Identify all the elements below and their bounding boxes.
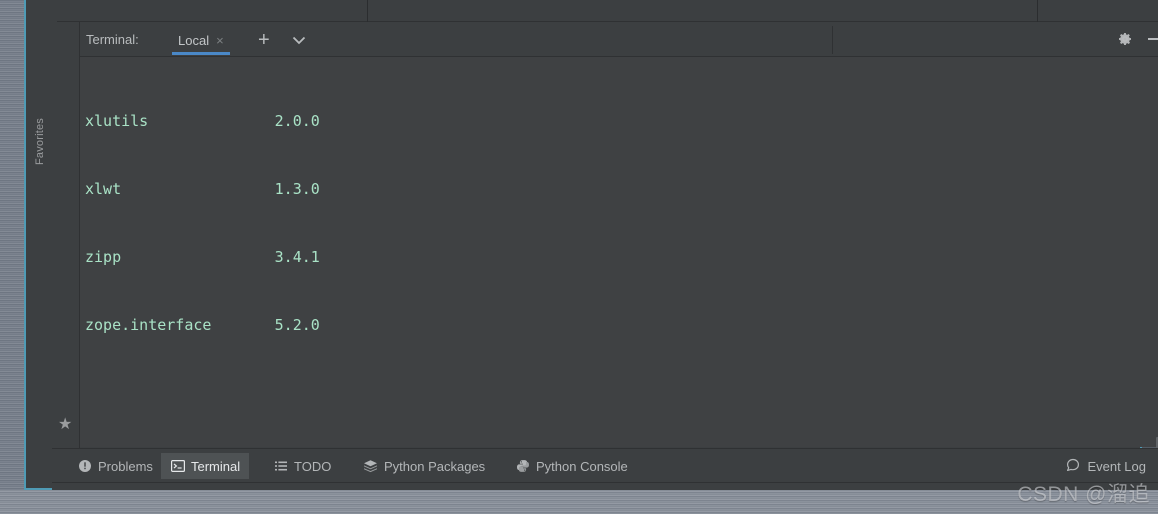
editor-split-divider-2 — [1037, 0, 1038, 22]
tab-todo[interactable]: TODO — [264, 453, 340, 479]
tab-label: Python Console — [536, 458, 628, 474]
list-icon — [273, 459, 288, 474]
tab-python-console[interactable]: Python Console — [506, 453, 637, 479]
close-icon[interactable]: × — [216, 34, 224, 47]
terminal-line: zope.interface 5.2.0 — [85, 315, 320, 334]
tab-label: TODO — [294, 458, 332, 474]
packages-icon — [363, 459, 378, 474]
terminal-session-tab-local[interactable]: Local × — [172, 28, 230, 55]
left-tool-stripe: Favorites ★ — [34, 22, 80, 468]
event-log-button[interactable]: Event Log — [1060, 453, 1152, 479]
tab-terminal[interactable]: Terminal — [161, 453, 250, 479]
tab-label: Python Packages — [384, 458, 486, 474]
terminal-header: Terminal: Local × + — [80, 22, 1158, 57]
tab-problems[interactable]: Problems — [68, 453, 162, 479]
ide-window: Favorites ★ Terminal: Local × + xlutils … — [24, 0, 1158, 512]
python-icon — [515, 459, 530, 474]
tab-python-packages[interactable]: Python Packages — [354, 453, 494, 479]
terminal-line: xlwt 1.3.0 — [85, 179, 320, 198]
header-divider — [832, 26, 833, 54]
warning-circle-icon — [77, 459, 92, 474]
gear-icon[interactable] — [1117, 31, 1133, 47]
terminal-line: xlutils 2.0.0 — [85, 112, 320, 131]
desktop-backdrop-bottom — [0, 490, 1158, 514]
terminal-icon — [170, 459, 185, 474]
minimize-icon[interactable] — [1148, 38, 1158, 40]
screenshot-root: Favorites ★ Terminal: Local × + xlutils … — [0, 0, 1158, 514]
terminal-session-tab-label: Local — [178, 32, 210, 48]
editor-split-divider — [367, 0, 368, 22]
chevron-down-icon[interactable] — [292, 33, 306, 47]
plus-icon[interactable]: + — [258, 30, 270, 50]
editor-area-sliver — [57, 0, 1158, 22]
speech-bubble-icon — [1066, 458, 1080, 475]
event-log-label: Event Log — [1087, 458, 1146, 474]
tab-label: Problems — [98, 458, 153, 474]
terminal-title-label: Terminal: — [86, 32, 139, 47]
tab-label: Terminal — [191, 458, 241, 474]
favorites-star-icon[interactable]: ★ — [58, 417, 72, 433]
desktop-backdrop-left — [0, 0, 24, 514]
terminal-scrollbar[interactable] — [1154, 57, 1158, 475]
terminal-console-output[interactable]: xlutils 2.0.0 xlwt 1.3.0 zipp 3.4.1 zope… — [80, 57, 1158, 447]
tool-window-tab-bar: Problems Terminal TODO Python Packages P… — [52, 448, 1158, 482]
terminal-text-lines: xlutils 2.0.0 xlwt 1.3.0 zipp 3.4.1 zope… — [85, 65, 1158, 447]
terminal-line: zipp 3.4.1 — [85, 247, 320, 266]
terminal-tool-window: Terminal: Local × + xlutils 2.0.0 xlwt 1… — [80, 22, 1158, 475]
